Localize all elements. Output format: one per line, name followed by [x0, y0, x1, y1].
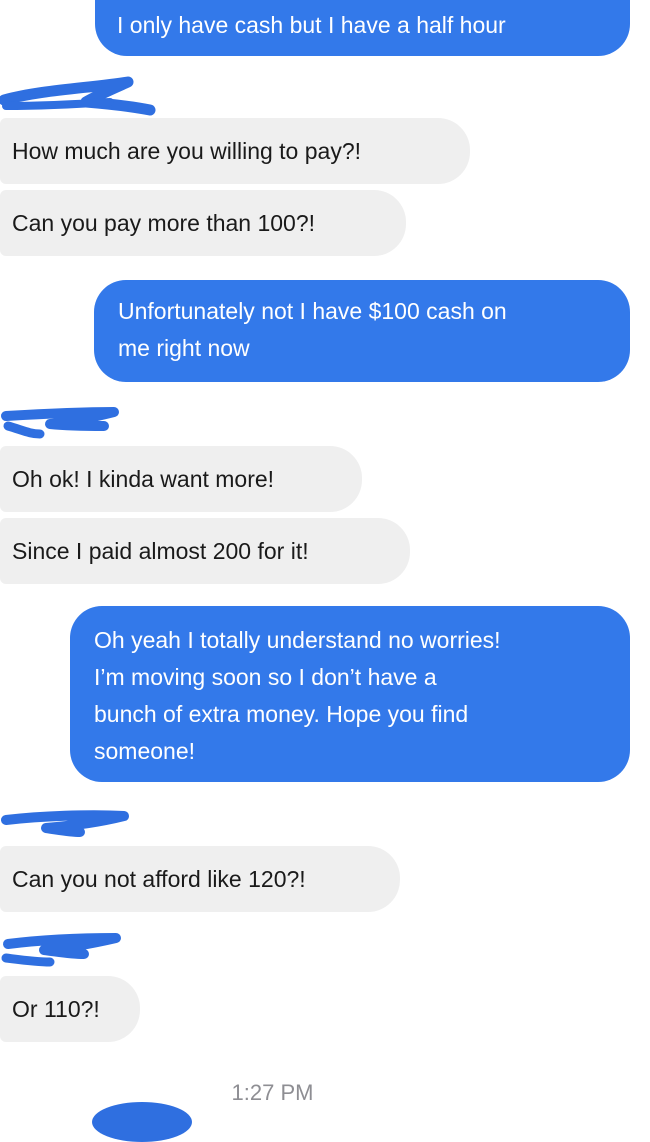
message-text: Since I paid almost 200 for it!	[12, 538, 309, 564]
avatar	[92, 1102, 192, 1142]
message-timestamp: 1:27 PM	[231, 1080, 314, 1105]
message-line: I’m moving soon so I don’t have a	[94, 664, 437, 690]
message-bubble-outgoing[interactable]: Oh yeah I totally understand no worries!…	[70, 606, 630, 782]
message-text: I only have cash but I have a half hour	[117, 12, 506, 38]
message-bubble-incoming[interactable]: Oh ok! I kinda want more!	[0, 446, 362, 512]
message-line: me right now	[118, 335, 250, 361]
message-bubble-outgoing[interactable]: Unfortunately not I have $100 cash on me…	[94, 280, 630, 382]
redaction-scribble	[0, 76, 156, 116]
message-line: Unfortunately not I have $100 cash on	[118, 298, 507, 324]
redaction-scribble	[1, 407, 119, 439]
message-thread[interactable]: I only have cash but I have a half hour …	[0, 0, 650, 1142]
redaction-scribble	[1, 810, 129, 837]
message-bubble-incoming[interactable]: Can you not afford like 120?!	[0, 846, 400, 912]
message-bubble-incoming[interactable]: Or 110?!	[0, 976, 140, 1042]
message-line: Oh yeah I totally understand no worries!	[94, 627, 501, 653]
message-bubble-incoming[interactable]: Can you pay more than 100?!	[0, 190, 406, 256]
message-bubble-incoming[interactable]: How much are you willing to pay?!	[0, 118, 470, 184]
message-text: Oh ok! I kinda want more!	[12, 466, 275, 492]
message-line: bunch of extra money. Hope you find	[94, 701, 469, 727]
message-text: Can you pay more than 100?!	[12, 210, 316, 236]
message-text: How much are you willing to pay?!	[12, 138, 361, 164]
message-text: Can you not afford like 120?!	[12, 866, 306, 892]
message-line: someone!	[94, 738, 196, 764]
message-text: Or 110?!	[12, 996, 100, 1022]
redaction-scribble	[1, 933, 121, 967]
message-bubble-outgoing[interactable]: I only have cash but I have a half hour	[95, 0, 630, 56]
message-bubble-incoming[interactable]: Since I paid almost 200 for it!	[0, 518, 410, 584]
